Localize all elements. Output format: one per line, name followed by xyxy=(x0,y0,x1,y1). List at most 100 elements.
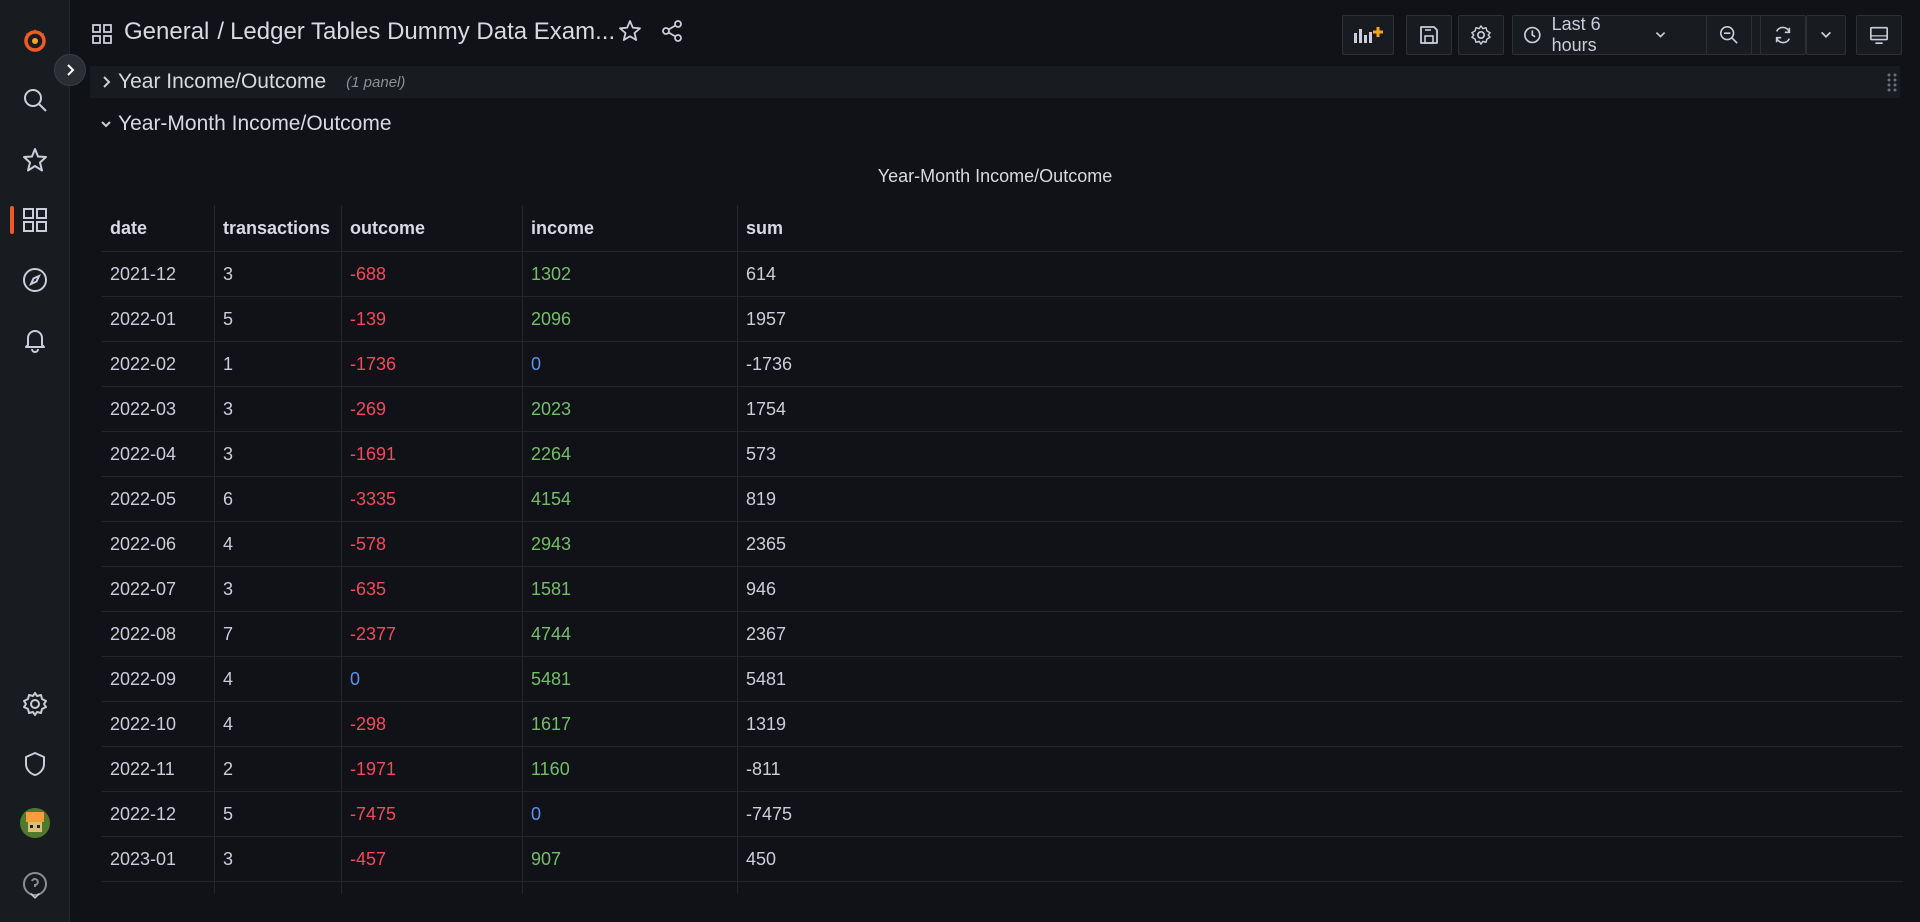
transactions-cell: 3 xyxy=(214,836,342,882)
empty-cell xyxy=(341,881,523,894)
dashboard-grid-icon xyxy=(92,24,112,49)
sidebar xyxy=(0,0,70,922)
share-icon[interactable] xyxy=(660,19,684,43)
grafana-logo[interactable] xyxy=(0,18,70,62)
empty-cell xyxy=(102,881,215,894)
transactions-cell: 5 xyxy=(214,296,342,342)
date-cell: 2022-12 xyxy=(102,791,215,837)
drag-handle-icon[interactable] xyxy=(1886,72,1898,92)
configuration-gear-icon[interactable] xyxy=(0,682,70,726)
save-dashboard-button[interactable] xyxy=(1406,15,1452,55)
sum-cell: -811 xyxy=(737,746,1903,792)
outcome-cell: -1736 xyxy=(341,341,523,387)
date-cell: 2022-11 xyxy=(102,746,215,792)
explore-icon[interactable] xyxy=(0,258,70,302)
breadcrumb-separator: / xyxy=(217,18,225,45)
sum-cell: -7475 xyxy=(737,791,1903,837)
column-header-sum[interactable]: sum xyxy=(737,205,1903,252)
column-header-date[interactable]: date xyxy=(102,205,215,252)
column-header-income[interactable]: income xyxy=(522,205,738,252)
add-panel-icon xyxy=(1354,27,1383,43)
dashboard-settings-button[interactable] xyxy=(1458,15,1504,55)
sum-cell: 614 xyxy=(737,251,1903,297)
date-cell: 2022-10 xyxy=(102,701,215,747)
shield-icon[interactable] xyxy=(0,742,70,786)
date-cell: 2021-12 xyxy=(102,251,215,297)
transactions-cell: 4 xyxy=(214,701,342,747)
avatar[interactable] xyxy=(20,808,50,838)
refresh-button[interactable] xyxy=(1760,15,1806,55)
sum-cell: 2367 xyxy=(737,611,1903,657)
transactions-cell: 3 xyxy=(214,386,342,432)
star-icon[interactable] xyxy=(618,19,642,43)
row-title[interactable]: Year-Month Income/Outcome xyxy=(118,112,392,136)
sidebar-toggle-button[interactable] xyxy=(54,54,86,86)
alerting-bell-icon[interactable] xyxy=(0,318,70,362)
clock-icon xyxy=(1524,26,1541,44)
search-icon[interactable] xyxy=(0,78,70,122)
add-panel-button[interactable] xyxy=(1342,15,1394,55)
income-cell: 4154 xyxy=(522,476,738,522)
table-row: 2022-07 3 -635 1581 946 xyxy=(102,566,1903,612)
breadcrumb-dashboard-title[interactable]: Ledger Tables Dummy Data Exam... xyxy=(230,18,615,45)
sum-cell: 1754 xyxy=(737,386,1903,432)
date-cell: 2022-03 xyxy=(102,386,215,432)
sum-cell: 450 xyxy=(737,836,1903,882)
table-body: 2021-12 3 -688 1302 614 2022-01 5 -139 2096 1957 2… xyxy=(102,251,1903,894)
sum-cell: 2365 xyxy=(737,521,1903,567)
table-row: 2022-02 1 -1736 0 -1736 xyxy=(102,341,1903,387)
date-cell: 2022-08 xyxy=(102,611,215,657)
zoom-out-button[interactable] xyxy=(1706,15,1752,55)
income-cell: 1581 xyxy=(522,566,738,612)
chevron-right-icon xyxy=(67,64,75,76)
date-cell: 2022-07 xyxy=(102,566,215,612)
dashboards-icon[interactable] xyxy=(0,198,70,242)
income-cell: 1302 xyxy=(522,251,738,297)
outcome-cell: 0 xyxy=(341,656,523,702)
date-cell: 2022-06 xyxy=(102,521,215,567)
income-cell: 0 xyxy=(522,341,738,387)
outcome-cell: -139 xyxy=(341,296,523,342)
breadcrumb-folder[interactable]: General xyxy=(124,18,209,45)
outcome-cell: -269 xyxy=(341,386,523,432)
empty-cell xyxy=(522,881,738,894)
column-header-outcome[interactable]: outcome xyxy=(341,205,523,252)
sum-cell: 1319 xyxy=(737,701,1903,747)
outcome-cell: -578 xyxy=(341,521,523,567)
row-title[interactable]: Year Income/Outcome xyxy=(118,70,326,94)
income-cell: 0 xyxy=(522,791,738,837)
table-row: 2022-12 5 -7475 0 -7475 xyxy=(102,791,1903,837)
chevron-down-icon xyxy=(101,121,111,128)
gear-icon xyxy=(1471,25,1491,45)
tv-mode-button[interactable] xyxy=(1856,15,1902,55)
outcome-cell: -635 xyxy=(341,566,523,612)
table-header-row: date transactions outcome income sum xyxy=(102,205,1903,252)
transactions-cell: 5 xyxy=(214,791,342,837)
chevron-down-icon xyxy=(1655,31,1666,38)
time-range-label: Last 6 hours xyxy=(1551,14,1601,55)
monitor-icon xyxy=(1870,26,1888,44)
outcome-cell: -457 xyxy=(341,836,523,882)
outcome-cell: -298 xyxy=(341,701,523,747)
empty-cell xyxy=(214,881,342,894)
income-cell: 907 xyxy=(522,836,738,882)
table-row: 2022-03 3 -269 2023 1754 xyxy=(102,386,1903,432)
chevron-down-icon[interactable] xyxy=(0,884,70,908)
table-row: 2023-01 3 -457 907 450 xyxy=(102,836,1903,882)
table-row: 2022-09 4 0 5481 5481 xyxy=(102,656,1903,702)
income-cell: 4744 xyxy=(522,611,738,657)
income-cell: 1160 xyxy=(522,746,738,792)
outcome-cell: -2377 xyxy=(341,611,523,657)
table-row: 2022-04 3 -1691 2264 573 xyxy=(102,431,1903,477)
date-cell: 2022-02 xyxy=(102,341,215,387)
transactions-cell: 6 xyxy=(214,476,342,522)
dashboard-row-collapsed[interactable]: Year Income/Outcome (1 panel) xyxy=(90,66,1900,98)
outcome-cell: -7475 xyxy=(341,791,523,837)
refresh-icon xyxy=(1775,26,1791,44)
income-cell: 2264 xyxy=(522,431,738,477)
column-header-transactions[interactable]: transactions xyxy=(214,205,342,252)
transactions-cell: 2 xyxy=(214,746,342,792)
panel-title[interactable]: Year-Month Income/Outcome xyxy=(0,166,1920,187)
refresh-interval-dropdown[interactable] xyxy=(1806,15,1846,55)
dashboard-row-expanded[interactable]: Year-Month Income/Outcome xyxy=(90,112,392,136)
